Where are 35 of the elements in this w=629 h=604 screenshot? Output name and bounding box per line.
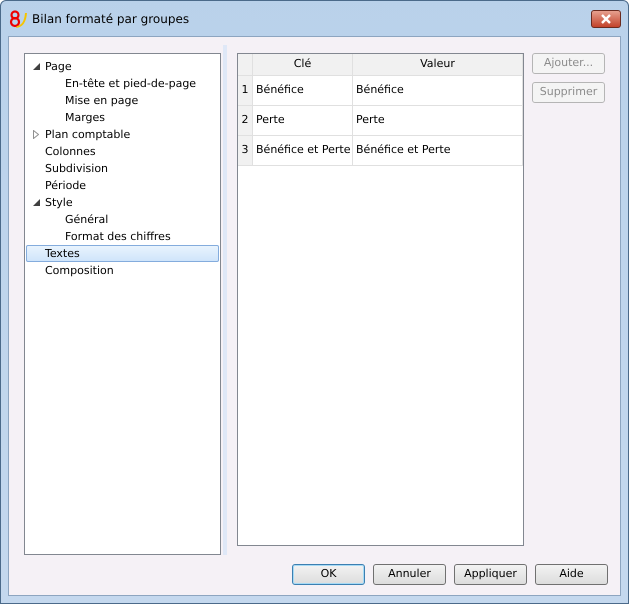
tree-item[interactable]: Textes (26, 245, 219, 262)
row-number: 2 (238, 106, 253, 135)
tree-item[interactable]: En-tête et pied-de-page (26, 75, 219, 92)
tree-item[interactable]: Mise en page (26, 92, 219, 109)
tree-item[interactable]: Format des chiffres (26, 228, 219, 245)
table-cell: Bénéfice (253, 76, 353, 105)
tree-item[interactable]: Marges (26, 109, 219, 126)
table-cell: Bénéfice et Perte (253, 136, 353, 165)
close-icon[interactable] (600, 14, 612, 24)
help-button[interactable]: Aide (535, 564, 608, 585)
tree-item[interactable]: Colonnes (26, 143, 219, 160)
collapsed-arrow-icon[interactable] (33, 130, 39, 139)
window-title: Bilan formaté par groupes (32, 10, 190, 28)
table-cell: Bénéfice et Perte (353, 136, 523, 165)
tree-item[interactable]: Style (26, 194, 219, 211)
cancel-button[interactable]: Annuler (373, 564, 446, 585)
apply-button[interactable]: Appliquer (454, 564, 527, 585)
table-cell: Bénéfice (353, 76, 523, 105)
row-number: 1 (238, 76, 253, 105)
ok-button[interactable]: OK (292, 564, 365, 585)
tree-item[interactable]: Général (26, 211, 219, 228)
tree-item[interactable]: Page (26, 58, 219, 75)
table-cell: Perte (253, 106, 353, 135)
tree-item[interactable]: Plan comptable (26, 126, 219, 143)
tree-item[interactable]: Période (26, 177, 219, 194)
expanded-arrow-icon[interactable] (32, 63, 40, 70)
column-header: Clé (253, 54, 353, 75)
close-button[interactable] (591, 10, 621, 28)
column-header: Valeur (353, 54, 523, 75)
row-number: 3 (238, 136, 253, 165)
tree-item[interactable]: Composition (26, 262, 219, 279)
tree-item[interactable]: Subdivision (26, 160, 219, 177)
table-cell: Perte (353, 106, 523, 135)
app-logo-icon (8, 8, 28, 28)
expanded-arrow-icon[interactable] (32, 199, 40, 206)
